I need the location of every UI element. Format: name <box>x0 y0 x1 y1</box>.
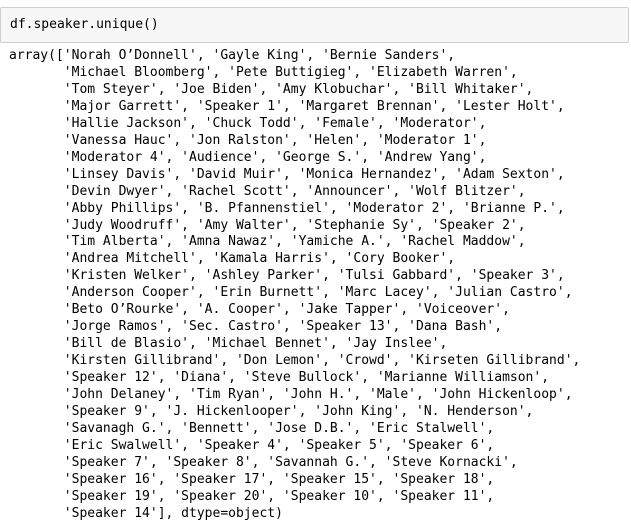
output-line: 'Kristen Welker', 'Ashley Parker', 'Tuls… <box>9 268 565 284</box>
output-line: 'Jorge Ramos', 'Sec. Castro', 'Speaker 1… <box>9 319 503 335</box>
output-line: 'Speaker 14'], dtype=object) <box>9 505 283 521</box>
output-line: 'Tom Steyer', 'Joe Biden', 'Amy Klobucha… <box>9 81 534 97</box>
output-line: 'Kirsten Gillibrand', 'Don Lemon', 'Crow… <box>9 353 581 369</box>
output-line: 'Tim Alberta', 'Amna Nawaz', 'Yamiche A.… <box>9 234 526 250</box>
output-line: 'Savanagh G.', 'Bennett', 'Jose D.B.', '… <box>9 420 495 436</box>
output-line: 'Speaker 7', 'Speaker 8', 'Savannah G.',… <box>9 454 518 470</box>
output-line: 'Speaker 9', 'J. Hickenlooper', 'John Ki… <box>9 404 534 420</box>
output-line: 'Michael Bloomberg', 'Pete Buttigieg', '… <box>9 64 518 80</box>
output-line: 'Major Garrett', 'Speaker 1', 'Margaret … <box>9 98 565 114</box>
output-line: 'Vanessa Hauc', 'Jon Ralston', 'Helen', … <box>9 132 487 148</box>
output-line: 'Hallie Jackson', 'Chuck Todd', 'Female'… <box>9 115 487 131</box>
output-line: 'Speaker 16', 'Speaker 17', 'Speaker 15'… <box>9 471 495 487</box>
output-line: 'Anderson Cooper', 'Erin Burnett', 'Marc… <box>9 285 573 301</box>
cell-output: array(['Norah O’Donnell', 'Gayle King', … <box>9 48 629 523</box>
output-line: array(['Norah O’Donnell', 'Gayle King', … <box>9 48 456 63</box>
output-line: 'John Delaney', 'Tim Ryan', 'John H.', '… <box>9 387 573 403</box>
output-line: 'Andrea Mitchell', 'Kamala Harris', 'Cor… <box>9 251 456 267</box>
output-line: 'Eric Swalwell', 'Speaker 4', 'Speaker 5… <box>9 437 495 453</box>
output-line: 'Speaker 12', 'Diana', 'Steve Bullock', … <box>9 370 550 386</box>
output-line: 'Beto O’Rourke', 'A. Cooper', 'Jake Tapp… <box>9 302 510 318</box>
code-input-text[interactable]: df.speaker.unique() <box>10 17 159 33</box>
output-line: 'Judy Woodruff', 'Amy Walter', 'Stephani… <box>9 217 526 233</box>
code-input-cell[interactable]: df.speaker.unique() <box>0 7 629 43</box>
output-line: 'Linsey Davis', 'David Muir', 'Monica He… <box>9 166 565 182</box>
output-line: 'Bill de Blasio', 'Michael Bennet', 'Jay… <box>9 336 448 352</box>
output-line: 'Devin Dwyer', 'Rachel Scott', 'Announce… <box>9 183 526 199</box>
output-line: 'Abby Phillips', 'B. Pfannenstiel', 'Mod… <box>9 200 565 216</box>
output-line: 'Speaker 19', 'Speaker 20', 'Speaker 10'… <box>9 488 495 504</box>
output-line: 'Moderator 4', 'Audience', 'George S.', … <box>9 149 487 165</box>
